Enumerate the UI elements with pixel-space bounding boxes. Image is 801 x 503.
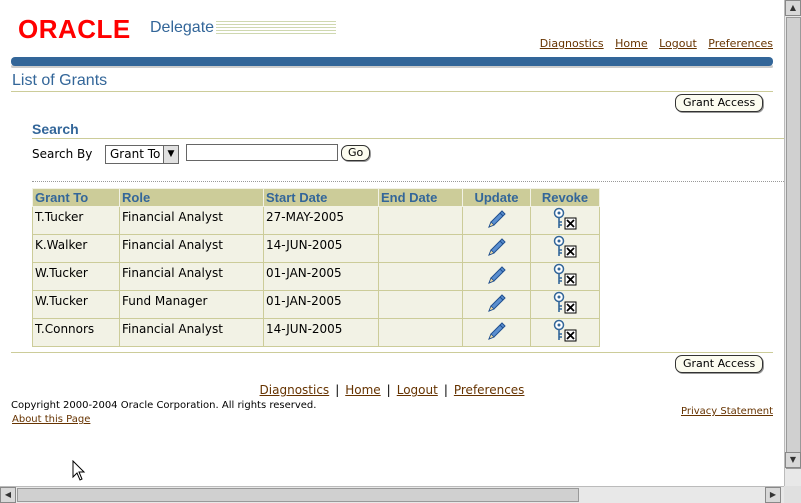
scroll-down-icon[interactable]: ▼ bbox=[785, 452, 801, 468]
global-links: Diagnostics Home Logout Preferences bbox=[532, 37, 773, 50]
footer-separator: | bbox=[386, 383, 391, 397]
vertical-scrollbar[interactable]: ▲ ▼ bbox=[784, 0, 801, 486]
search-divider bbox=[32, 138, 784, 139]
key-delete-icon[interactable] bbox=[551, 319, 579, 346]
table-row: W.Tucker Financial Analyst 01-JAN-2005 bbox=[32, 262, 600, 291]
cell-grant-to: T.Tucker bbox=[32, 206, 120, 235]
horizontal-scroll-thumb[interactable] bbox=[17, 488, 579, 502]
cell-role: Fund Manager bbox=[119, 290, 264, 319]
key-delete-icon[interactable] bbox=[551, 207, 579, 234]
cell-revoke bbox=[530, 234, 600, 263]
footer-separator: | bbox=[335, 383, 340, 397]
search-title: Search bbox=[32, 121, 79, 137]
cell-revoke bbox=[530, 290, 600, 319]
grant-access-button-bottom[interactable]: Grant Access bbox=[675, 355, 764, 373]
scroll-up-icon[interactable]: ▲ bbox=[785, 0, 801, 16]
key-delete-icon[interactable] bbox=[551, 263, 579, 290]
copyright-text: Copyright 2000-2004 Oracle Corporation. … bbox=[11, 400, 317, 411]
dotted-divider bbox=[32, 181, 784, 182]
cell-update bbox=[462, 206, 531, 235]
grants-table: Grant To Role Start Date End Date Update… bbox=[32, 188, 600, 347]
table-row: T.Connors Financial Analyst 14-JUN-2005 bbox=[32, 318, 600, 347]
top-link-diagnostics[interactable]: Diagnostics bbox=[540, 37, 604, 50]
header-bar bbox=[11, 57, 773, 66]
cell-role: Financial Analyst bbox=[119, 234, 264, 263]
horizontal-scrollbar[interactable]: ◀ ▶ bbox=[0, 486, 784, 503]
footer-link-preferences[interactable]: Preferences bbox=[454, 383, 525, 397]
page-title: List of Grants bbox=[12, 72, 108, 89]
about-page-link[interactable]: About this Page bbox=[12, 414, 90, 425]
cell-end-date bbox=[378, 206, 463, 235]
table-row: K.Walker Financial Analyst 14-JUN-2005 bbox=[32, 234, 600, 263]
table-row: W.Tucker Fund Manager 01-JAN-2005 bbox=[32, 290, 600, 319]
cell-role: Financial Analyst bbox=[119, 318, 264, 347]
col-start-date: Start Date bbox=[263, 188, 379, 207]
page: ORACLE Delegate Diagnostics Home Logout … bbox=[0, 0, 784, 486]
table-header-row: Grant To Role Start Date End Date Update… bbox=[32, 188, 600, 207]
pencil-icon[interactable] bbox=[486, 238, 508, 261]
cell-end-date bbox=[378, 318, 463, 347]
go-button[interactable]: Go bbox=[341, 145, 371, 161]
cell-end-date bbox=[378, 290, 463, 319]
col-grant-to: Grant To bbox=[32, 188, 120, 207]
cell-update bbox=[462, 234, 531, 263]
cell-grant-to: W.Tucker bbox=[32, 290, 120, 319]
cell-start-date: 01-JAN-2005 bbox=[263, 290, 379, 319]
footer-divider bbox=[11, 352, 773, 353]
pencil-icon[interactable] bbox=[486, 210, 508, 233]
footer-link-home[interactable]: Home bbox=[345, 383, 380, 397]
cell-update bbox=[462, 318, 531, 347]
cell-update bbox=[462, 290, 531, 319]
footer-link-logout[interactable]: Logout bbox=[397, 383, 438, 397]
app-name: Delegate bbox=[150, 19, 215, 36]
col-revoke: Revoke bbox=[530, 188, 600, 207]
pencil-icon[interactable] bbox=[486, 294, 508, 317]
footer-separator: | bbox=[443, 383, 448, 397]
footer-link-diagnostics[interactable]: Diagnostics bbox=[260, 383, 330, 397]
col-update: Update bbox=[462, 188, 531, 207]
cell-end-date bbox=[378, 234, 463, 263]
mouse-cursor-icon bbox=[72, 460, 86, 481]
search-by-value: Grant To bbox=[110, 147, 161, 161]
table-row: T.Tucker Financial Analyst 27-MAY-2005 bbox=[32, 206, 600, 235]
pencil-icon[interactable] bbox=[486, 322, 508, 345]
top-link-home[interactable]: Home bbox=[615, 37, 647, 50]
cell-start-date: 01-JAN-2005 bbox=[263, 262, 379, 291]
key-delete-icon[interactable] bbox=[551, 235, 579, 262]
cell-grant-to: T.Connors bbox=[32, 318, 120, 347]
cell-role: Financial Analyst bbox=[119, 262, 264, 291]
top-link-logout[interactable]: Logout bbox=[659, 37, 697, 50]
pencil-icon[interactable] bbox=[486, 266, 508, 289]
cell-start-date: 27-MAY-2005 bbox=[263, 206, 379, 235]
search-by-select[interactable]: Grant To ▼ bbox=[105, 145, 179, 164]
cell-start-date: 14-JUN-2005 bbox=[263, 318, 379, 347]
cell-role: Financial Analyst bbox=[119, 206, 264, 235]
title-divider bbox=[11, 91, 773, 92]
cell-revoke bbox=[530, 318, 600, 347]
footer-links: Diagnostics | Home | Logout | Preferences bbox=[0, 383, 784, 397]
col-end-date: End Date bbox=[378, 188, 463, 207]
dropdown-arrow-icon[interactable]: ▼ bbox=[163, 146, 178, 163]
search-by-label: Search By bbox=[32, 147, 93, 161]
grant-access-button-top[interactable]: Grant Access bbox=[675, 94, 764, 112]
vertical-scroll-thumb[interactable] bbox=[786, 17, 801, 469]
cell-start-date: 14-JUN-2005 bbox=[263, 234, 379, 263]
search-input[interactable] bbox=[186, 144, 338, 161]
cell-update bbox=[462, 262, 531, 291]
cell-end-date bbox=[378, 262, 463, 291]
oracle-logo: ORACLE bbox=[18, 14, 131, 44]
cell-revoke bbox=[530, 206, 600, 235]
privacy-statement-link[interactable]: Privacy Statement bbox=[681, 406, 773, 417]
scroll-left-icon[interactable]: ◀ bbox=[0, 487, 16, 503]
key-delete-icon[interactable] bbox=[551, 291, 579, 318]
top-link-preferences[interactable]: Preferences bbox=[708, 37, 773, 50]
cell-grant-to: K.Walker bbox=[32, 234, 120, 263]
scrollbar-corner bbox=[784, 486, 801, 503]
scroll-right-icon[interactable]: ▶ bbox=[765, 487, 781, 503]
header-stripes bbox=[216, 21, 336, 35]
cell-revoke bbox=[530, 262, 600, 291]
col-role: Role bbox=[119, 188, 264, 207]
cell-grant-to: W.Tucker bbox=[32, 262, 120, 291]
